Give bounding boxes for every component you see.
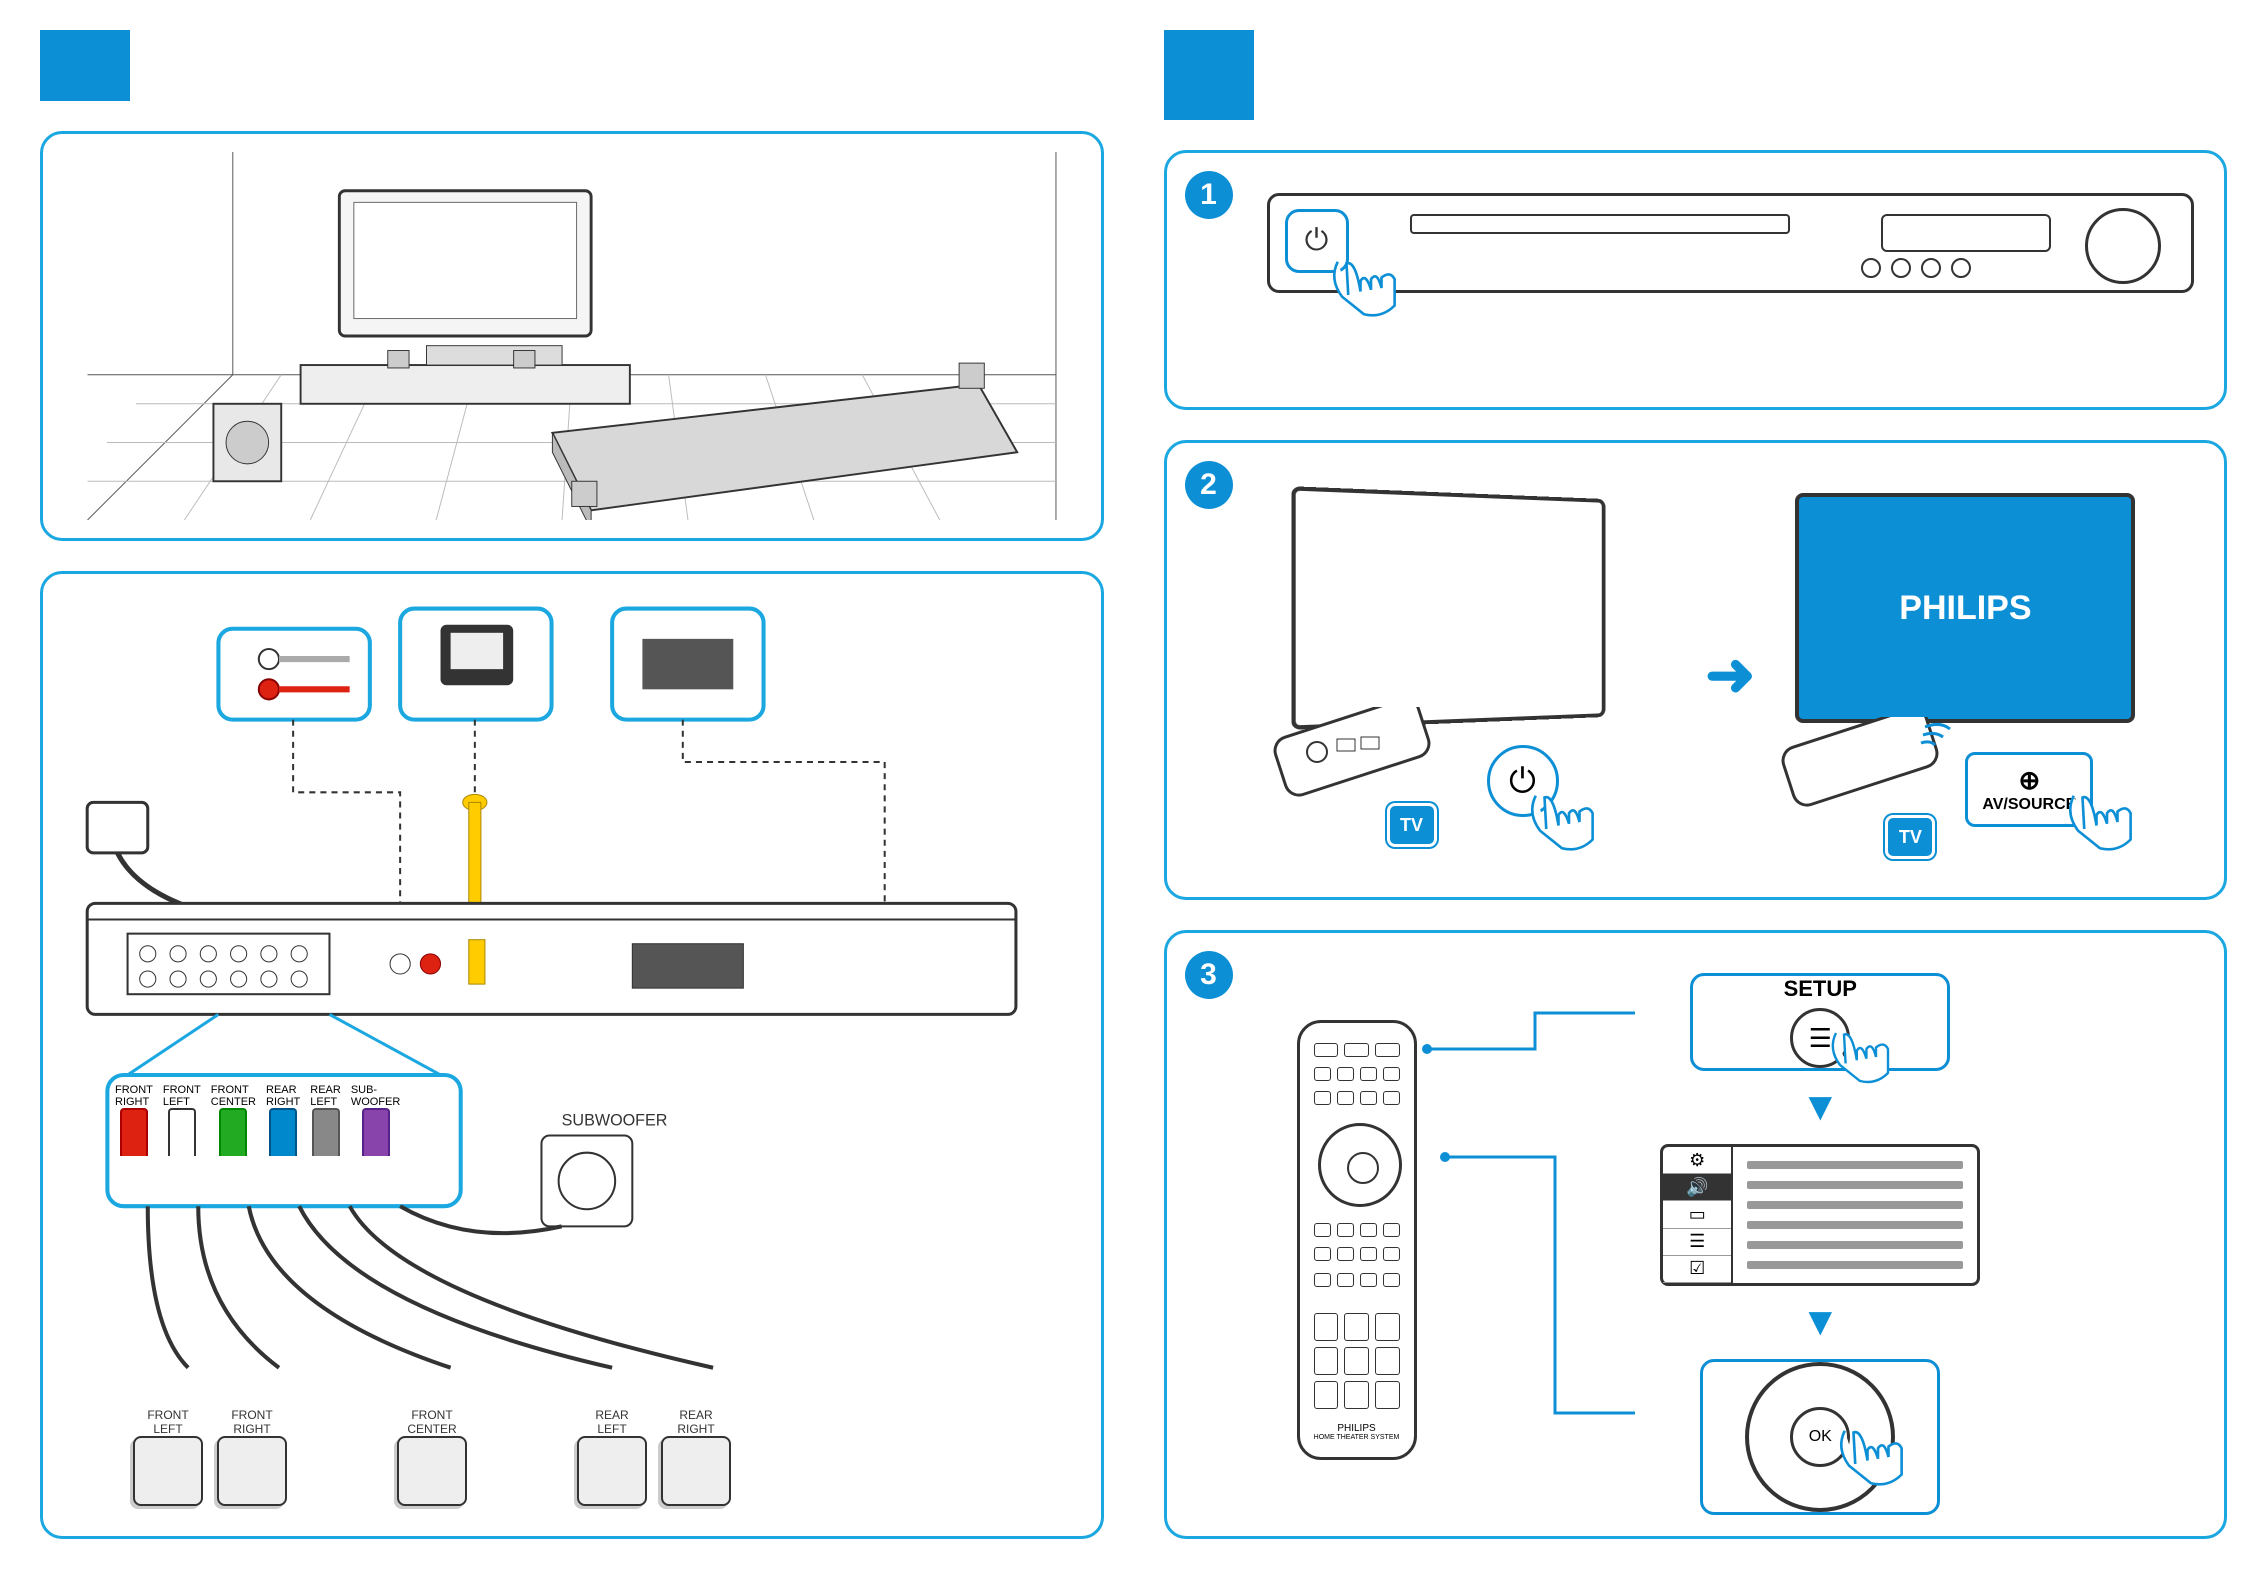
front-display bbox=[1881, 214, 2051, 252]
playback-buttons bbox=[1861, 258, 1971, 278]
setup-menu-screen: ⚙ 🔊 ▭ ☰ ☑ bbox=[1660, 1144, 1980, 1286]
step-number-1: 1 bbox=[1185, 171, 1233, 219]
tv-badge-left: TV bbox=[1387, 803, 1437, 847]
disc-tray bbox=[1410, 214, 1790, 234]
hand-press-icon bbox=[1821, 1422, 1921, 1492]
terminal-front-left: FRONT LEFT bbox=[163, 1084, 201, 1156]
gear-icon: ⚙ bbox=[1663, 1147, 1731, 1174]
connections-panel: SUBWOOFER FRONT RIGHT FRONT LEFT FRONT C… bbox=[40, 571, 1104, 1539]
volume-knob bbox=[2085, 208, 2161, 284]
right-column: 1 2 TV ⏻ bbox=[1164, 30, 2228, 1539]
room-scene-illustration bbox=[61, 152, 1083, 520]
list-icon: ☰ bbox=[1663, 1229, 1731, 1256]
hand-press-icon bbox=[1820, 1022, 1900, 1092]
connections-illustration: SUBWOOFER bbox=[67, 598, 1077, 1512]
left-column: SUBWOOFER FRONT RIGHT FRONT LEFT FRONT C… bbox=[40, 30, 1104, 1539]
setup-label: SETUP bbox=[1784, 976, 1857, 1002]
terminal-front-center: FRONT CENTER bbox=[211, 1084, 256, 1156]
right-section-marker bbox=[1164, 30, 1254, 120]
remote-nav-wheel bbox=[1318, 1123, 1402, 1207]
step-2-panel: 2 TV ⏻ ➜ bbox=[1164, 440, 2228, 900]
hand-press-icon bbox=[2055, 787, 2145, 857]
step-number-2: 2 bbox=[1185, 461, 1233, 509]
hand-press-icon bbox=[1517, 787, 1607, 857]
remote-brand-label: PHILIPS HOME THEATER SYSTEM bbox=[1300, 1423, 1414, 1441]
speaker-front-right: FRONT RIGHT bbox=[217, 1408, 287, 1506]
tv-brand-label: PHILIPS bbox=[1899, 589, 2031, 628]
left-section-marker bbox=[40, 30, 130, 101]
check-icon: ☑ bbox=[1663, 1256, 1731, 1283]
terminal-rear-right: REAR RIGHT bbox=[266, 1084, 300, 1156]
speaker-terminals-row: FRONT RIGHT FRONT LEFT FRONT CENTER REAR… bbox=[115, 1084, 400, 1156]
speaker-front-center: FRONT CENTER bbox=[397, 1408, 467, 1506]
step-number-3: 3 bbox=[1185, 951, 1233, 999]
display-icon: ▭ bbox=[1663, 1201, 1731, 1228]
tv-off bbox=[1291, 486, 1605, 730]
speaker-front-left: FRONT LEFT bbox=[133, 1408, 203, 1506]
tv-off-group: TV ⏻ bbox=[1267, 483, 1686, 867]
step-3-panel: 3 PHILIPS HOME THEATER SYST bbox=[1164, 930, 2228, 1539]
terminal-subwoofer: SUB- WOOFER bbox=[351, 1084, 401, 1156]
step-1-panel: 1 bbox=[1164, 150, 2228, 410]
tv-on-group: PHILIPS TV ⊕ AV/SOURCE bbox=[1775, 483, 2194, 867]
room-placement-panel bbox=[40, 131, 1104, 541]
arrow-right-icon: ➜ bbox=[1705, 640, 1755, 710]
svg-text:SUBWOOFER: SUBWOOFER bbox=[562, 1112, 668, 1130]
remote-control: PHILIPS HOME THEATER SYSTEM bbox=[1297, 1020, 1417, 1460]
terminal-rear-left: REAR LEFT bbox=[310, 1084, 341, 1156]
ok-button-callout: OK bbox=[1700, 1359, 1940, 1515]
speaker-icon: 🔊 bbox=[1663, 1174, 1731, 1201]
tv-on: PHILIPS bbox=[1795, 493, 2135, 723]
tv-badge-right: TV bbox=[1885, 815, 1935, 859]
arrow-down-icon: ▼ bbox=[1800, 1300, 1840, 1345]
speaker-rear-left: REAR LEFT bbox=[577, 1408, 647, 1506]
setup-button-callout: SETUP ☰ bbox=[1690, 973, 1950, 1071]
speaker-rear-right: REAR RIGHT bbox=[661, 1408, 731, 1506]
speaker-boxes-row: FRONT LEFT FRONT RIGHT FRONT CENTER REAR… bbox=[133, 1408, 731, 1506]
hand-press-icon bbox=[1319, 253, 1409, 323]
terminal-front-right: FRONT RIGHT bbox=[115, 1084, 153, 1156]
